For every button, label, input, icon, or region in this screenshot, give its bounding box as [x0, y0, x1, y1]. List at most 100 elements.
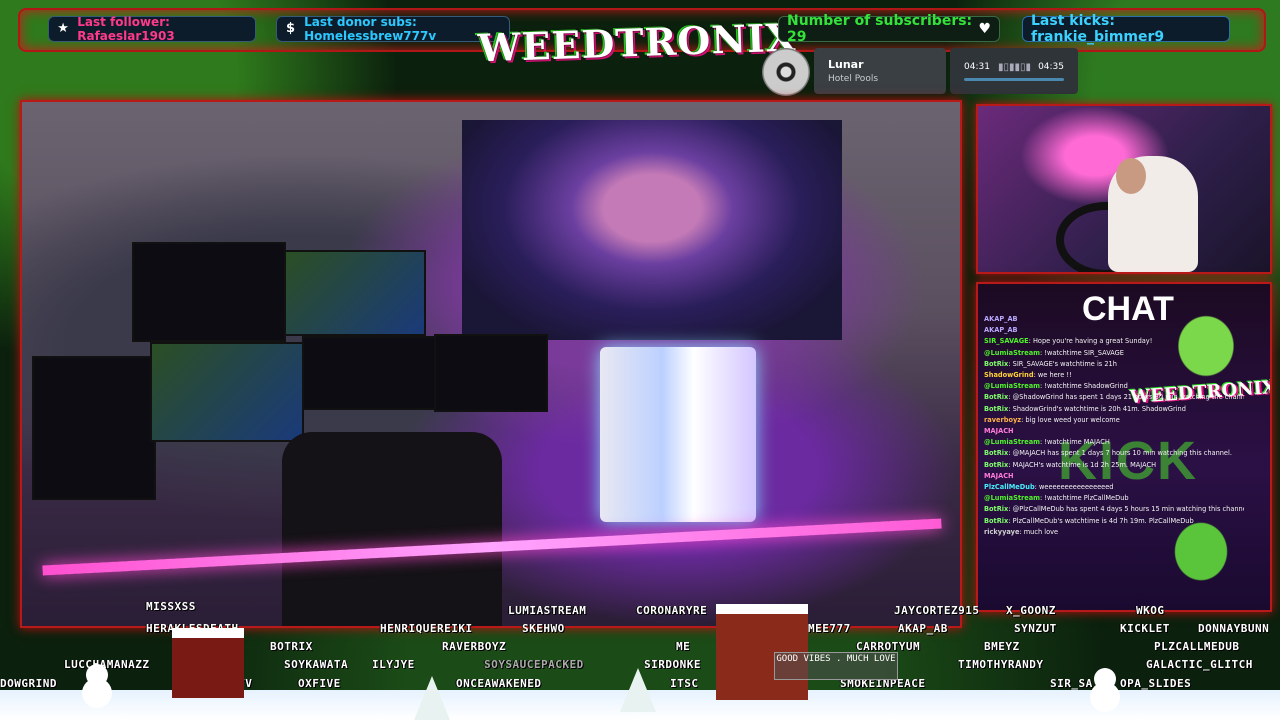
- viewer-name: LUMIASTREAM: [508, 604, 587, 617]
- chat-text: : MAJACH's watchtime is 1d 2h 25m. MAJAC…: [1008, 460, 1157, 469]
- chat-text: : @PlzCallMeDub has spent 4 days 5 hours…: [1008, 505, 1244, 514]
- star-icon: ★: [57, 21, 69, 36]
- chat-username: @LumiaStream: [984, 348, 1041, 357]
- last-follower-pill: ★ Last follower: Rafaeslar1903: [48, 15, 256, 43]
- viewer-name: HENRIQUEREIKI: [380, 622, 473, 635]
- viewer-name: SOYKAWATA: [284, 658, 349, 671]
- last-follower-label: Last follower: Rafaeslar1903: [77, 15, 175, 43]
- chat-username: BotRix: [984, 460, 1009, 469]
- viewer-name: RAVERBOYZ: [442, 640, 507, 653]
- chat-message: BotRix: @PlzCallMeDub has spent 4 days 5…: [984, 504, 1244, 515]
- chat-message: BotRix: @ShadowGrind has spent 1 days 21…: [984, 392, 1244, 403]
- viewer-name: MEE777: [808, 622, 851, 635]
- chat-message: @LumiaStream: !watchtime ShadowGrind: [984, 381, 1244, 392]
- monitor: [32, 356, 156, 500]
- chat-message: @LumiaStream: !watchtime SIR_SAVAGE: [984, 348, 1244, 359]
- viewer-name: JAYCORTEZ915: [894, 604, 980, 617]
- chat-text: : PlzCallMeDub's watchtime is 4d 7h 19m.…: [1008, 516, 1194, 525]
- viewer-name: WKOG: [1136, 604, 1165, 617]
- now-playing-timeline: 04:31 ▮▯▮▮▯▮ 04:35: [950, 48, 1078, 94]
- song-title: Lunar: [828, 58, 864, 71]
- chat-username: MAJACH: [984, 471, 1014, 480]
- viewer-name: SKEHWO: [522, 622, 565, 635]
- dollar-icon: $: [286, 21, 296, 36]
- chat-text: : ShadowGrind's watchtime is 20h 41m. Sh…: [1008, 404, 1186, 413]
- chat-text: : Hope you're having a great Sunday!: [1028, 337, 1153, 346]
- rabbit-tapestry: [462, 120, 842, 340]
- viewer-name: OPA_SLIDES: [1120, 677, 1192, 690]
- chat-message: @LumiaStream: !watchtime MAJACH: [984, 437, 1244, 448]
- chat-message: BotRix: ShadowGrind's watchtime is 20h 4…: [984, 404, 1244, 415]
- chat-message: AKAP_AB: [984, 314, 1244, 325]
- chat-message: SIR_SAVAGE: Hope you're having a great S…: [984, 336, 1244, 347]
- chat-message: MAJACH: [984, 471, 1244, 482]
- viewer-name: SOYSAUCEPACKED: [484, 658, 584, 671]
- chat-username: MAJACH: [984, 427, 1014, 436]
- chat-username: @LumiaStream: [984, 438, 1041, 447]
- chat-message: AKAP_AB: [984, 325, 1244, 336]
- viewer-name: CORONARYRE: [636, 604, 708, 617]
- subscribers-pill: Number of subscribers: 29 ♥: [778, 13, 1000, 45]
- chat-text: : big love weed your welcome: [1021, 415, 1120, 424]
- viewer-name: BOTRIX: [270, 640, 313, 653]
- monitor: [434, 334, 548, 412]
- viewer-name: ITSC: [670, 677, 699, 690]
- chat-message: BotRix: MAJACH's watchtime is 1d 2h 25m.…: [984, 460, 1244, 471]
- viewer-name: GALACTIC_GLITCH: [1146, 658, 1253, 671]
- snowman: [1094, 668, 1116, 690]
- chat-message: PlzCallMeDub: weeeeeeeeeeeeeeeed: [984, 482, 1244, 493]
- viewer-name: SIR_SA: [1050, 677, 1093, 690]
- room-camera-feed: [20, 100, 962, 628]
- chat-message: @LumiaStream: !watchtime PlzCallMeDub: [984, 493, 1244, 504]
- snow-tree: [414, 676, 450, 720]
- song-artist: Hotel Pools: [828, 74, 879, 84]
- progress-bar: [964, 78, 1064, 81]
- now-playing-widget: Lunar Hotel Pools 04:31 ▮▯▮▮▯▮ 04:35: [762, 48, 1078, 98]
- chat-username: rickyyaye: [984, 527, 1020, 536]
- chat-message: BotRix: SIR_SAVAGE's watchtime is 21h: [984, 359, 1244, 370]
- chat-username: BotRix: [984, 449, 1009, 458]
- chat-text: : !watchtime ShadowGrind: [1040, 382, 1128, 391]
- chat-text: : !watchtime SIR_SAVAGE: [1040, 348, 1124, 357]
- chat-username: BotRix: [984, 505, 1009, 514]
- pc-case: [600, 347, 756, 522]
- chat-username: @LumiaStream: [984, 382, 1041, 391]
- facecam-feed: [976, 104, 1272, 274]
- viewer-name: DONNAYBUNN: [1198, 622, 1270, 635]
- last-donor-label: Last donor subs: Homelessbrew777v: [304, 15, 437, 43]
- chat-text: : !watchtime MAJACH: [1040, 438, 1110, 447]
- chat-username: AKAP_AB: [984, 326, 1018, 335]
- viewer-name: PLZCALLMEDUB: [1154, 640, 1240, 653]
- viewer-name: DOWGRIND: [0, 677, 57, 690]
- viewer-name: ME: [676, 640, 691, 653]
- viewer-name: OXFIVE: [298, 677, 341, 690]
- snow-tree: [620, 668, 656, 712]
- viewer-name: TIMOTHYRANDY: [958, 658, 1044, 671]
- chat-username: BotRix: [984, 404, 1009, 413]
- weedtronix-logo: WEEDTRONIX: [477, 13, 797, 71]
- chat-text: : @MAJACH has spent 1 days 7 hours 10 mi…: [1008, 449, 1232, 458]
- viewer-name: MISSXSS: [146, 600, 196, 613]
- chat-message: BotRix: @MAJACH has spent 1 days 7 hours…: [984, 448, 1244, 459]
- streamer-head: [1116, 158, 1146, 194]
- monitor: [302, 336, 436, 410]
- monitor: [150, 342, 304, 442]
- last-kicks-pill: Last kicks: frankie_bimmer9: [1022, 13, 1230, 45]
- chat-username: PlzCallMeDub: [984, 483, 1035, 492]
- chat-username: SIR_SAVAGE: [984, 337, 1029, 346]
- chat-text: : weeeeeeeeeeeeeeeed: [1034, 483, 1114, 492]
- chat-text: : much love: [1019, 527, 1059, 536]
- chat-username: BotRix: [984, 359, 1009, 368]
- good-vibes-sign: GOOD VIBES . MUCH LOVE: [774, 652, 898, 680]
- viewer-name: ONCEAWAKENED: [456, 677, 542, 690]
- subscribers-label: Number of subscribers: 29: [787, 13, 973, 45]
- total-time: 04:35: [1038, 62, 1064, 72]
- elapsed-time: 04:31: [964, 62, 990, 72]
- chat-text: : SIR_SAVAGE's watchtime is 21h: [1008, 359, 1117, 368]
- chat-message: ShadowGrind: we here !!: [984, 370, 1244, 381]
- audio-wave-icon: ▮▯▮▮▯▮: [998, 62, 1032, 73]
- chat-text: : @ShadowGrind has spent 1 days 21 hours…: [1008, 393, 1244, 402]
- chat-username: ShadowGrind: [984, 371, 1034, 380]
- chat-message: rickyyaye: much love: [984, 527, 1244, 538]
- now-playing-card: Lunar Hotel Pools: [814, 48, 946, 94]
